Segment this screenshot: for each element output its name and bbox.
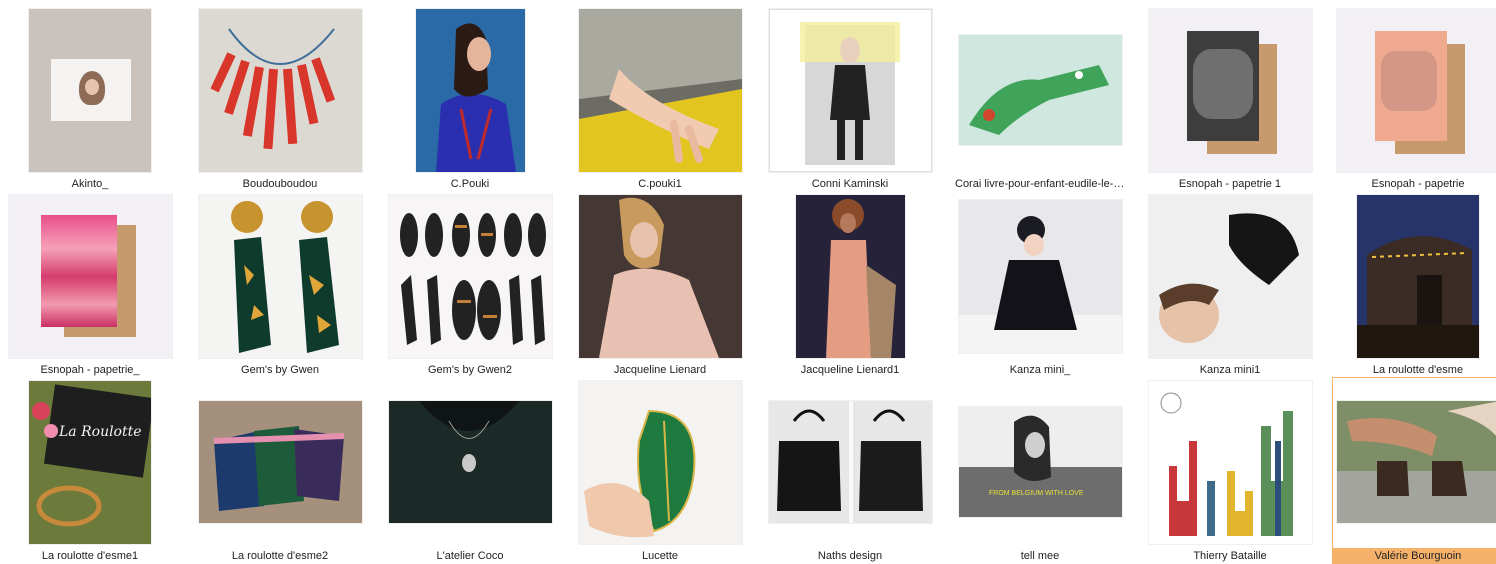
file-thumbnail[interactable]: La roulotte d'esme [1333,192,1496,377]
file-name-label: Esnopah - papetrie 1 [1145,176,1315,192]
file-thumbnail[interactable]: Jacqueline Lienard [575,192,745,377]
file-name-label: Kanza mini_ [955,362,1125,378]
thumbnail-image: La Roulotte [29,381,151,544]
file-name-label: tell mee [955,548,1125,564]
thumbnail-image [579,195,742,358]
file-thumbnail[interactable]: C.Pouki [385,6,555,191]
file-thumbnail[interactable]: Thierry Bataille [1145,378,1315,563]
thumbnail-image [959,35,1122,145]
thumbnail-image [389,401,552,523]
file-name-label: Thierry Bataille [1145,548,1315,564]
thumbnail-image [1337,401,1496,523]
file-thumbnail[interactable]: Conni Kaminski [765,6,935,191]
thumbnail-image [796,195,905,358]
file-name-label: La roulotte d'esme1 [5,548,175,564]
file-thumbnail[interactable]: Gem's by Gwen2 [385,192,555,377]
file-name-label: Conni Kaminski [765,176,935,192]
file-name-label: Gem's by Gwen2 [385,362,555,378]
thumbnail-image [579,381,742,544]
file-thumbnail-grid: Akinto_ Boudouboudou [0,0,1496,563]
thumbnail-image [1149,9,1312,172]
thumbnail-image [29,9,151,172]
file-name-label: C.Pouki [385,176,555,192]
file-thumbnail[interactable]: Jacqueline Lienard1 [765,192,935,377]
file-name-label: La roulotte d'esme2 [195,548,365,564]
file-name-label: Lucette [575,548,745,564]
file-name-label: Esnopah - papetrie [1333,176,1496,192]
file-thumbnail[interactable]: Lucette [575,378,745,563]
file-thumbnail[interactable]: Akinto_ [5,6,175,191]
file-thumbnail[interactable]: Kanza mini1 [1145,192,1315,377]
file-name-label: Kanza mini1 [1145,362,1315,378]
thumbnail-image [1149,381,1312,544]
file-name-label: Gem's by Gwen [195,362,365,378]
file-thumbnail[interactable]: C.pouki1 [575,6,745,191]
file-thumbnail[interactable]: L'atelier Coco [385,378,555,563]
file-name-label: La roulotte d'esme [1333,362,1496,378]
thumbnail-image [579,9,742,172]
file-name-label: Naths design [765,548,935,564]
file-thumbnail[interactable]: La roulotte d'esme2 [195,378,365,563]
file-thumbnail-selected[interactable]: Valérie Bourguoin [1333,378,1496,563]
file-name-label: Akinto_ [5,176,175,192]
thumbnail-image [1149,195,1312,358]
file-thumbnail[interactable]: Boudouboudou [195,6,365,191]
file-thumbnail[interactable]: Corai livre-pour-enfant-eudile-le-cr... [955,6,1125,191]
thumbnail-image [199,9,362,172]
thumbnail-image [9,195,172,358]
file-name-label: Corai livre-pour-enfant-eudile-le-cr... [955,176,1125,192]
file-name-label: Jacqueline Lienard1 [765,362,935,378]
thumbnail-image [1337,9,1496,172]
file-thumbnail[interactable]: Kanza mini_ [955,192,1125,377]
thumbnail-image: FROM BELGIUM WITH LOVE [959,407,1122,517]
thumbnail-image [389,195,552,358]
file-thumbnail[interactable]: Esnopah - papetrie [1333,6,1496,191]
file-name-label: C.pouki1 [575,176,745,192]
file-name-label: Esnopah - papetrie_ [5,362,175,378]
thumbnail-image [959,200,1122,353]
roulotte-sign-text: La Roulotte [58,424,142,440]
file-thumbnail[interactable]: Esnopah - papetrie 1 [1145,6,1315,191]
thumbnail-image [199,401,362,523]
file-name-label: Valérie Bourguoin [1333,548,1496,564]
file-name-label: Jacqueline Lienard [575,362,745,378]
tell-mee-banner-text: FROM BELGIUM WITH LOVE [989,490,1084,497]
file-thumbnail[interactable]: Esnopah - papetrie_ [5,192,175,377]
thumbnail-image [416,9,525,172]
file-thumbnail[interactable]: Naths design [765,378,935,563]
thumbnail-image [1357,195,1479,358]
file-name-label: Boudouboudou [195,176,365,192]
file-thumbnail[interactable]: Gem's by Gwen [195,192,365,377]
thumbnail-image [769,401,932,523]
file-name-label: L'atelier Coco [385,548,555,564]
thumbnail-image [769,9,932,172]
thumbnail-image [199,195,362,358]
file-thumbnail[interactable]: FROM BELGIUM WITH LOVE tell mee [955,378,1125,563]
file-thumbnail[interactable]: La Roulotte La roulotte d'esme1 [5,378,175,563]
